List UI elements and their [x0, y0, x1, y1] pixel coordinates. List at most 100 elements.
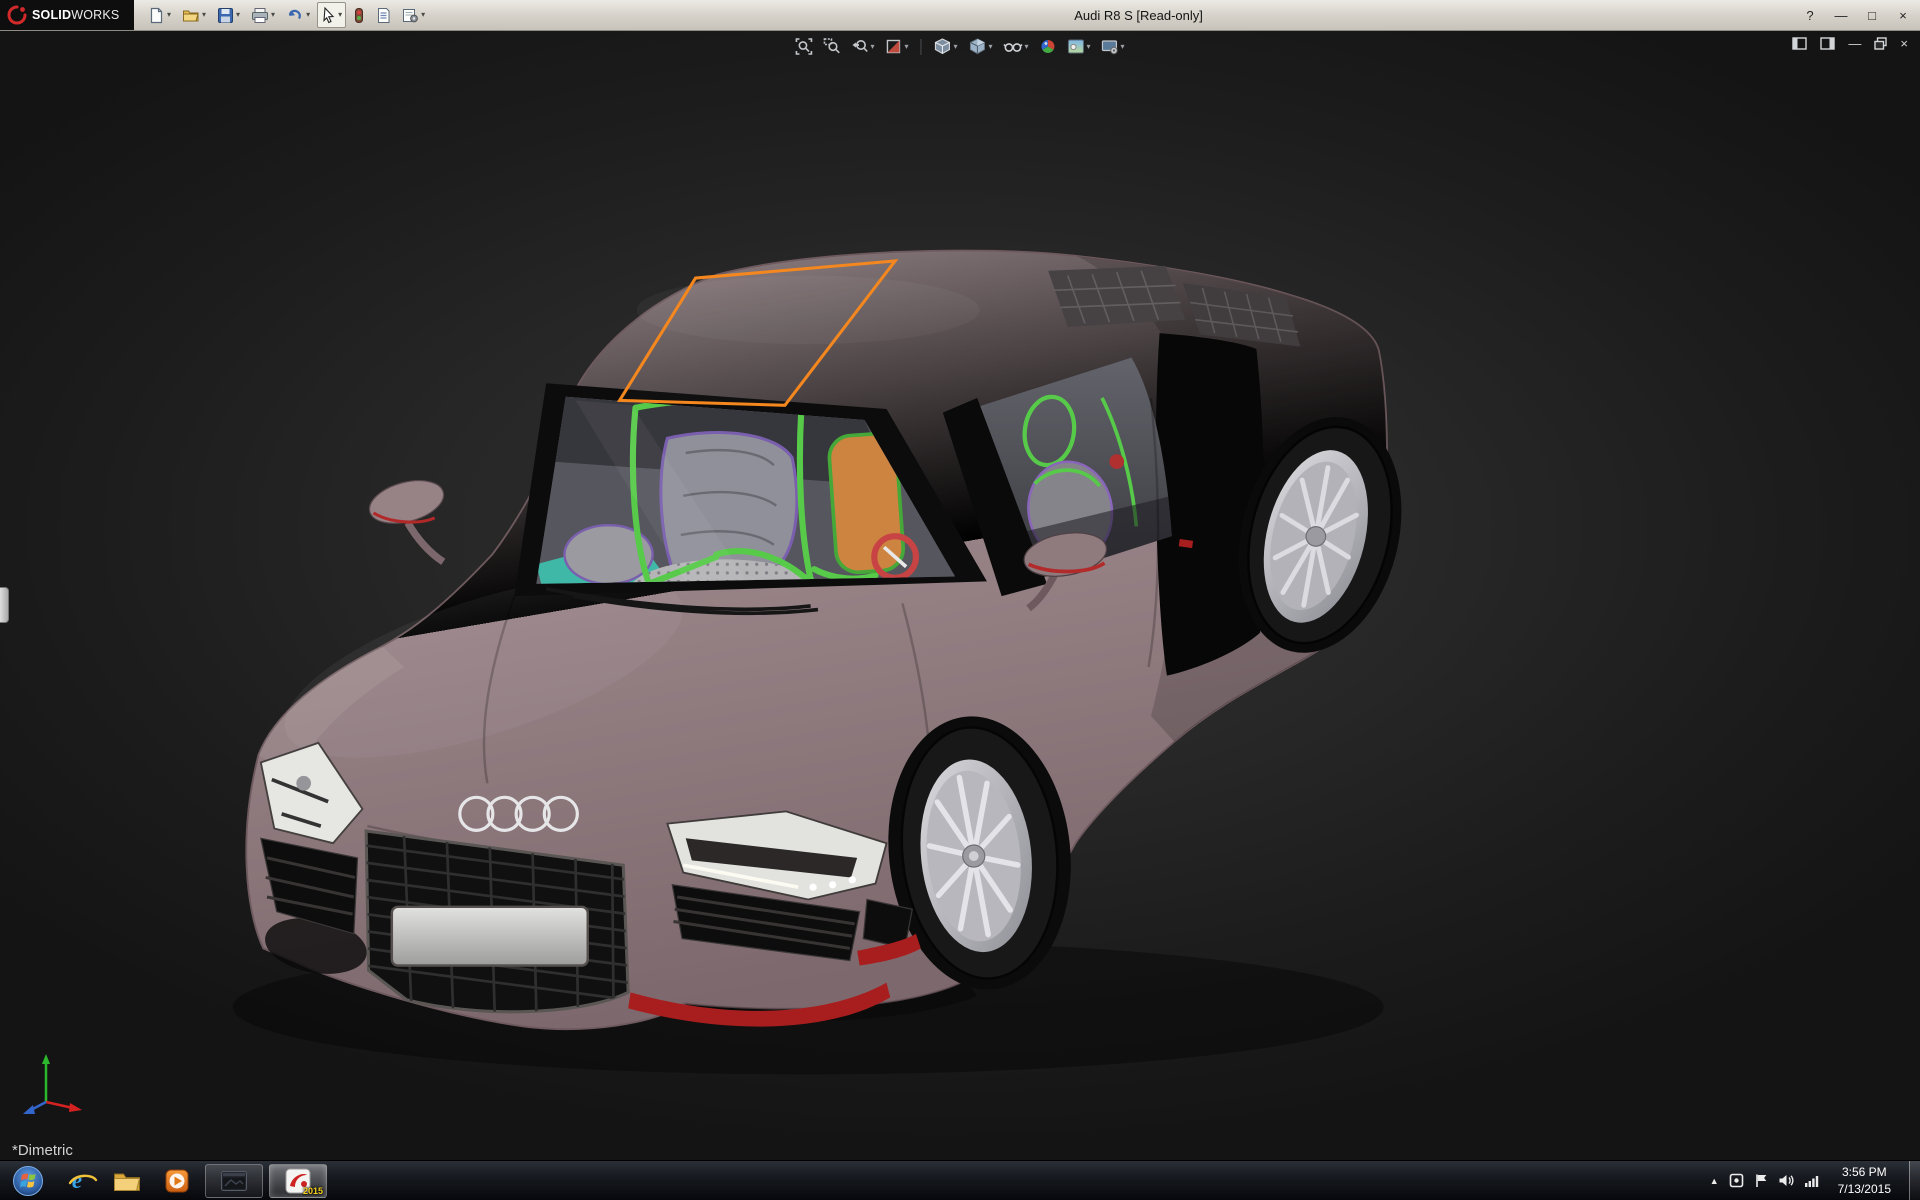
view-orientation-button[interactable]: ▾ — [931, 36, 959, 57]
help-button[interactable]: ? — [1801, 9, 1819, 22]
display-style-button[interactable]: ▾ — [966, 36, 994, 57]
dassault-3ds-logo-icon — [7, 5, 27, 25]
media-player-icon — [165, 1169, 189, 1192]
view-orientation-label: *Dimetric — [12, 1142, 73, 1159]
brand-solid: SOLID — [32, 8, 72, 22]
new-document-icon — [150, 7, 163, 23]
undo-arrow-icon — [288, 9, 301, 19]
volume-speaker-icon — [1779, 1175, 1794, 1186]
dropdown-caret-icon: ▾ — [870, 41, 875, 51]
reference-triad — [23, 1054, 82, 1114]
action-center-button[interactable] — [1754, 1173, 1768, 1188]
toolbar-separator — [920, 38, 922, 55]
section-view-icon — [886, 39, 901, 54]
file-properties-button[interactable] — [372, 2, 395, 28]
brand-name: SOLIDWORKS — [32, 8, 119, 22]
mirror-far[interactable] — [365, 473, 448, 565]
heads-up-view-toolbar: ▾ ▾ ▾ ▾ ▾ ▾ ▾ — [793, 36, 1126, 57]
select-tool-button[interactable]: ▾ — [317, 2, 347, 28]
dropdown-caret-icon: ▾ — [1024, 41, 1029, 51]
save-button[interactable]: ▾ — [213, 2, 244, 28]
previous-view-button[interactable]: ▾ — [849, 36, 876, 57]
doc-restore-button[interactable] — [1874, 37, 1888, 50]
featuremanager-collapsed-tab[interactable] — [0, 587, 9, 623]
view-orientation-cube-icon — [934, 38, 951, 55]
car-model-audi-r8[interactable]: ] — [232, 249, 1425, 1075]
dropdown-caret-icon: ▾ — [338, 10, 343, 19]
options-button[interactable]: ▾ — [398, 2, 429, 28]
volume-button[interactable] — [1778, 1173, 1794, 1188]
apply-scene-icon — [1068, 39, 1085, 54]
taskbar-file-explorer[interactable] — [102, 1161, 152, 1200]
rebuild-button[interactable] — [349, 2, 369, 28]
maximize-button[interactable]: □ — [1863, 9, 1881, 22]
close-icon: × — [1899, 7, 1907, 23]
show-hidden-icons-button[interactable]: ▲ — [1710, 1176, 1719, 1186]
pane-right-button[interactable] — [1820, 37, 1836, 50]
doc-close-icon: × — [1900, 36, 1908, 51]
dropdown-caret-icon: ▾ — [306, 10, 311, 19]
app-window-thumbnail-icon — [221, 1170, 247, 1191]
minimize-button[interactable]: — — [1832, 9, 1850, 22]
network-bars-icon — [1804, 1175, 1818, 1187]
clock-time: 3:56 PM — [1841, 1165, 1887, 1180]
options-gear-icon — [403, 8, 418, 22]
zoom-to-area-button[interactable] — [821, 36, 842, 57]
select-cursor-icon — [323, 6, 335, 23]
new-document-button[interactable]: ▾ — [144, 2, 175, 28]
pane-left-button[interactable] — [1792, 37, 1808, 50]
display-style-icon — [969, 38, 985, 55]
doc-minimize-button[interactable]: — — [1848, 37, 1861, 50]
window-pane-right-icon — [1820, 37, 1836, 50]
dropdown-caret-icon: ▾ — [236, 10, 241, 19]
help-icon: ? — [1806, 7, 1814, 23]
taskbar-app-solidworks[interactable]: 2015 — [269, 1163, 327, 1198]
brand-works: WORKS — [71, 8, 120, 22]
open-folder-icon — [183, 10, 199, 21]
taskbar: e 2015 ▲ 3:56 PM 7/13/2015 — [0, 1160, 1920, 1200]
start-button[interactable] — [4, 1161, 52, 1200]
open-button[interactable]: ▾ — [178, 2, 210, 28]
titlebar: SOLIDWORKS ▾ ▾ ▾ ▾ ▾ ▾ ▾ Audi R8 S [Read… — [0, 0, 1920, 31]
main-toolbar: ▾ ▾ ▾ ▾ ▾ ▾ ▾ — [144, 2, 429, 28]
show-desktop-button[interactable] — [1909, 1160, 1920, 1200]
triad-x-axis — [45, 1100, 74, 1110]
tray-app-button[interactable] — [1729, 1173, 1744, 1188]
apply-scene-button[interactable]: ▾ — [1066, 36, 1093, 57]
dropdown-caret-icon: ▾ — [167, 10, 172, 19]
view-settings-button[interactable]: ▾ — [1100, 36, 1127, 57]
internet-explorer-icon: e — [68, 1169, 98, 1192]
hide-show-items-button[interactable]: ▾ — [1002, 36, 1031, 57]
zoom-to-fit-button[interactable] — [793, 36, 814, 57]
taskbar-media-player[interactable] — [152, 1161, 202, 1200]
doc-restore-icon — [1874, 37, 1888, 50]
taskbar-app-window[interactable] — [205, 1163, 263, 1198]
desktop-screen: SOLIDWORKS ▾ ▾ ▾ ▾ ▾ ▾ ▾ Audi R8 S [Read… — [0, 0, 1920, 1200]
print-button[interactable]: ▾ — [247, 2, 279, 28]
solidworks-version-badge: 2015 — [302, 1185, 323, 1196]
taskbar-clock[interactable]: 3:56 PM 7/13/2015 — [1830, 1164, 1899, 1196]
doc-close-button[interactable]: × — [1900, 37, 1908, 50]
3d-scene[interactable]: ] — [0, 31, 1920, 1160]
network-button[interactable] — [1804, 1174, 1820, 1188]
hide-show-glasses-icon — [1003, 43, 1023, 52]
section-view-button[interactable]: ▾ — [883, 36, 910, 57]
edit-appearance-button[interactable] — [1038, 36, 1059, 57]
window-controls: ? — □ × — [1801, 0, 1912, 30]
document-window-controls: — × — [1792, 37, 1908, 50]
clock-date: 7/13/2015 — [1837, 1181, 1891, 1196]
zoom-to-fit-icon — [795, 38, 813, 55]
rebuild-stoplight-icon — [355, 7, 364, 23]
dropdown-caret-icon: ▾ — [421, 10, 426, 19]
taskbar-internet-explorer[interactable]: e — [52, 1161, 102, 1200]
action-center-flag-icon — [1755, 1174, 1766, 1187]
undo-button[interactable]: ▾ — [282, 2, 314, 28]
graphics-area[interactable]: ] — [0, 31, 1920, 1160]
dropdown-caret-icon: ▾ — [988, 41, 993, 51]
license-plate[interactable] — [390, 905, 589, 967]
dropdown-caret-icon: ▾ — [1086, 41, 1091, 51]
minimize-icon: — — [1834, 7, 1848, 23]
save-floppy-icon — [218, 7, 234, 23]
close-button[interactable]: × — [1894, 9, 1912, 22]
tray-app-icon — [1729, 1173, 1743, 1188]
